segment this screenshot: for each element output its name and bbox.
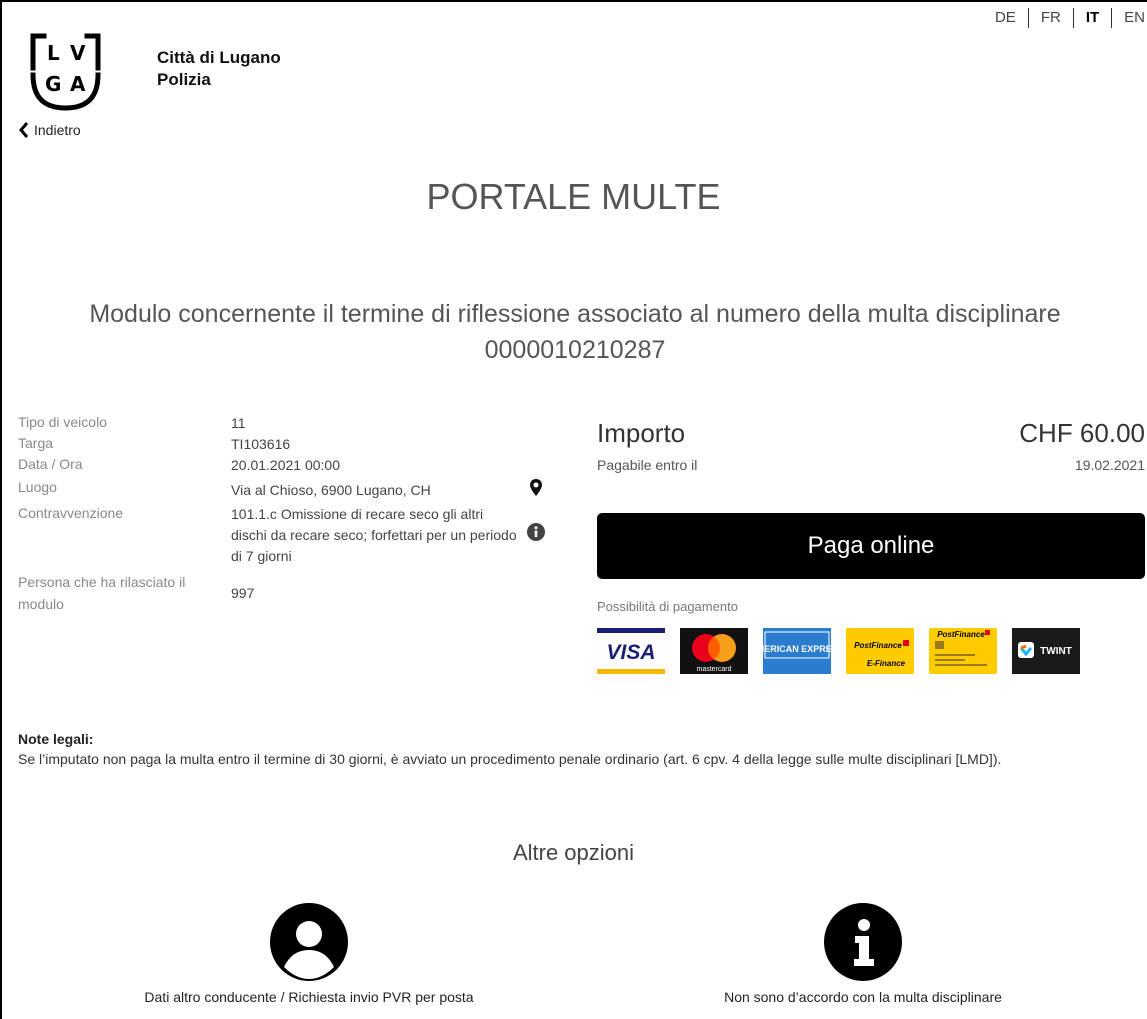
detail-row-tipo: Tipo di veicolo 11 (18, 413, 558, 434)
detail-row-data: Data / Ora 20.01.2021 00:00 (18, 455, 558, 476)
detail-value: TI103616 (231, 436, 291, 452)
detail-label: Tipo di veicolo (18, 414, 107, 430)
detail-value: Via al Chioso, 6900 Lugano, CH (231, 482, 431, 498)
legal-text: Se l’imputato non paga la multa entro il… (18, 751, 1002, 767)
brand-name: Città di Lugano Polizia (157, 47, 281, 91)
svg-text:V: V (70, 41, 86, 65)
pf-card-text: PostFinance (937, 630, 985, 639)
due-value: 19.02.2021 (1074, 457, 1145, 473)
mastercard-logo: mastercard (680, 628, 748, 674)
detail-value: 101.1.c Omissione di recare seco gli alt… (231, 506, 517, 564)
detail-label: Targa (18, 435, 54, 451)
other-options-heading: Altre opzioni (512, 840, 635, 865)
detail-label: Persona che ha rilasciato il modulo (18, 574, 186, 612)
twint-text: TWINT (1040, 646, 1072, 657)
fine-number: 0000010210287 (484, 336, 666, 364)
detail-value: 20.01.2021 00:00 (231, 457, 340, 473)
postfinance-card-logo: PostFinance (929, 628, 997, 674)
legal-notes: Note legali: Se l’imputato non paga la m… (18, 729, 1143, 769)
svg-text:G: G (45, 72, 61, 96)
detail-row-persona: Persona che ha rilasciato il modulo 997 (18, 571, 558, 615)
detail-label: Luogo (18, 479, 57, 495)
visa-logo: VISA (597, 628, 665, 674)
payment-methods-label: Possibilità di pagamento (597, 599, 738, 614)
detail-row-luogo: Luogo Via al Chioso, 6900 Lugano, CH (18, 478, 558, 501)
detail-value: 997 (231, 585, 255, 601)
fine-details: Tipo di veicolo 11 Targa TI103616 Data /… (18, 413, 558, 615)
detail-label: Contravvenzione (18, 505, 124, 521)
mastercard-text: mastercard (696, 666, 731, 673)
amex-text: AMERICAN EXPRESS (763, 644, 831, 654)
driver-data-option[interactable]: Dati altro conducente / Richiesta invio … (114, 903, 504, 1005)
due-label: Pagabile entro il (597, 457, 698, 473)
lang-it[interactable]: IT (1074, 8, 1113, 28)
legal-heading: Note legali: (18, 731, 94, 747)
page-title: PORTALE MULTE (426, 176, 721, 217)
subtitle-text: Modulo concernente il termine di rifless… (89, 300, 1061, 328)
detail-row-targa: Targa TI103616 (18, 434, 558, 455)
disagree-option[interactable]: Non sono d’accordo con la multa discipli… (678, 903, 1048, 1005)
driver-data-label: Dati altro conducente / Richiesta invio … (144, 989, 474, 1005)
user-icon (270, 903, 348, 981)
lang-en[interactable]: EN (1112, 8, 1147, 28)
brand-department: Polizia (157, 70, 211, 89)
lang-de[interactable]: DE (983, 8, 1029, 28)
svg-text:A: A (70, 72, 86, 96)
disagree-label: Non sono d’accordo con la multa discipli… (724, 989, 1002, 1005)
amount-row: Importo CHF 60.00 (597, 418, 1145, 449)
twint-logo: TWINT (1012, 628, 1080, 674)
payment-panel: Importo CHF 60.00 Pagabile entro il 19.0… (597, 418, 1145, 674)
info-circle-icon (824, 903, 902, 981)
back-link[interactable]: Indietro (18, 122, 81, 138)
due-row: Pagabile entro il 19.02.2021 (597, 457, 1145, 473)
back-label: Indietro (34, 122, 81, 138)
lugano-logo[interactable]: L V G A (30, 33, 102, 111)
detail-row-contravvenzione: Contravvenzione 101.1.c Omissione di rec… (18, 504, 558, 567)
map-pin-icon[interactable] (521, 478, 551, 501)
amount-label: Importo (597, 418, 686, 448)
info-icon[interactable] (521, 504, 551, 567)
postfinance-efinance-logo: PostFinance E-Finance (846, 628, 914, 674)
page-subtitle: Modulo concernente il termine di rifless… (40, 296, 1110, 368)
brand-city: Città di Lugano (157, 48, 281, 67)
amex-logo: AMERICAN EXPRESS (763, 628, 831, 674)
pay-online-button[interactable]: Paga online (597, 513, 1145, 579)
chevron-left-icon (19, 122, 29, 138)
visa-text: VISA (606, 641, 655, 664)
detail-label: Data / Ora (18, 456, 83, 472)
pf-efinance-bottom: E-Finance (867, 659, 906, 668)
pf-efinance-top: PostFinance (854, 641, 902, 650)
lang-fr[interactable]: FR (1029, 8, 1074, 28)
language-switcher: DE FR IT EN (983, 8, 1147, 28)
svg-text:L: L (47, 41, 60, 65)
detail-value: 11 (231, 415, 246, 431)
payment-methods: VISA mastercard AMERICAN EXPRESS PostFin… (597, 628, 1145, 674)
amount-value: CHF 60.00 (1019, 418, 1145, 448)
